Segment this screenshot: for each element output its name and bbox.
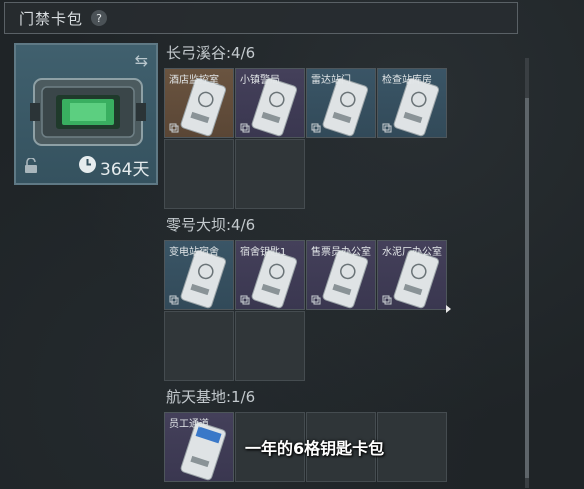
key-slot[interactable]: 酒店监控室: [164, 68, 234, 138]
empty-key-slot[interactable]: [164, 311, 234, 381]
lock-icon: [24, 157, 38, 177]
key-slot[interactable]: 检查站库房: [377, 68, 447, 138]
section-grid-changgong: 酒店监控室 小镇警局 雷达站门 检查站库房: [164, 68, 447, 138]
bind-icon: [169, 295, 179, 305]
key-label: 小镇警局: [240, 75, 280, 86]
keycard-icon: [322, 77, 369, 137]
scrollbar-thumb[interactable]: [525, 98, 529, 478]
section-empty-slots-linghao: [164, 311, 305, 381]
bind-icon: [311, 295, 321, 305]
keycard-icon: [180, 249, 227, 309]
key-slot[interactable]: 雷达站门: [306, 68, 376, 138]
key-label: 宿舍钥匙1: [240, 247, 287, 258]
help-icon[interactable]: ?: [91, 10, 108, 26]
key-label: 售票员办公室: [311, 247, 371, 258]
duration-days: 364天: [100, 160, 150, 180]
bind-icon: [240, 295, 250, 305]
empty-key-slot[interactable]: [377, 412, 447, 482]
key-label: 变电站宿舍: [169, 247, 219, 258]
keycard-icon: [180, 421, 227, 481]
keycard-icon: [393, 249, 440, 309]
key-slot[interactable]: 售票员办公室: [306, 240, 376, 310]
empty-key-slot[interactable]: [235, 139, 305, 209]
empty-key-slot[interactable]: [235, 311, 305, 381]
key-slot[interactable]: 变电站宿舍: [164, 240, 234, 310]
key-slot[interactable]: 小镇警局: [235, 68, 305, 138]
bind-icon: [311, 123, 321, 133]
key-slot[interactable]: 员工通道: [164, 412, 234, 482]
keycard-icon: [180, 77, 227, 137]
page-title: 门禁卡包: [19, 9, 84, 28]
bind-icon: [382, 295, 392, 305]
video-subtitle: 一年的6格钥匙卡包: [245, 439, 385, 458]
clock-icon: [78, 155, 97, 178]
swap-icon[interactable]: ⇆: [135, 51, 148, 70]
key-label: 雷达站门: [311, 75, 351, 86]
keycard-icon: [322, 249, 369, 309]
section-title-changgong: 长弓溪谷:4/6: [166, 44, 256, 62]
section-title-hangtian: 航天基地:1/6: [166, 388, 256, 406]
keycard-pack-item[interactable]: ⇆ 364天: [14, 43, 158, 185]
key-label: 酒店监控室: [169, 75, 219, 86]
bind-icon: [240, 123, 250, 133]
section-grid-linghao: 变电站宿舍 宿舍钥匙1 售票员办公室 水泥厂办公室: [164, 240, 447, 310]
section-empty-slots-changgong: [164, 139, 305, 209]
empty-key-slot[interactable]: [164, 139, 234, 209]
keycard-icon: [393, 77, 440, 137]
card-pack-header: 门禁卡包 ?: [4, 2, 518, 34]
key-slot[interactable]: 宿舍钥匙1: [235, 240, 305, 310]
key-slot[interactable]: 水泥厂办公室: [377, 240, 447, 310]
key-label: 检查站库房: [382, 75, 432, 86]
key-label: 水泥厂办公室: [382, 247, 442, 258]
mouse-cursor-icon: [446, 305, 451, 313]
keycard-pack-image: [30, 78, 146, 146]
bind-icon: [169, 123, 179, 133]
keycard-icon: [251, 77, 298, 137]
section-title-linghao: 零号大坝:4/6: [166, 216, 256, 234]
keycard-icon: [251, 249, 298, 309]
bind-icon: [382, 123, 392, 133]
scrollbar[interactable]: [525, 58, 529, 488]
key-label: 员工通道: [169, 419, 209, 430]
